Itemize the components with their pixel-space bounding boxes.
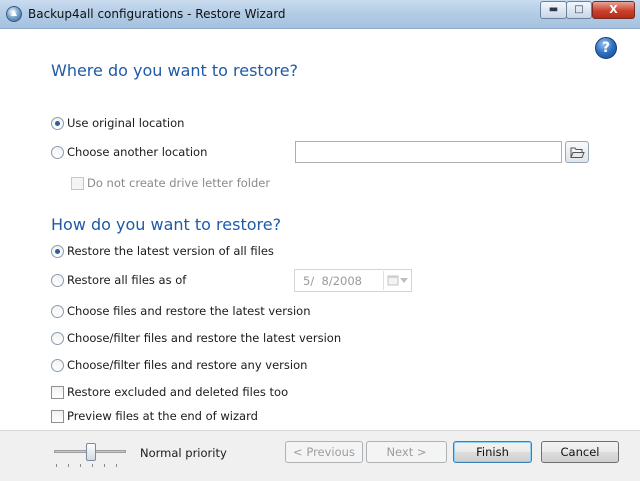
choose-another-location-label[interactable]: Choose another location (67, 145, 207, 159)
cancel-button[interactable]: Cancel (541, 441, 619, 463)
no-drive-letter-label[interactable]: Do not create drive letter folder (87, 176, 270, 190)
restore-latest-all-label[interactable]: Restore the latest version of all files (67, 244, 274, 258)
restore-excluded-checkbox[interactable] (51, 386, 64, 399)
maximize-button[interactable]: □ (566, 1, 592, 19)
browse-folder-button[interactable] (565, 141, 589, 163)
slider-tick (104, 464, 105, 467)
calendar-icon (387, 275, 399, 286)
restore-date-picker[interactable]: 5/ 8/2008 (294, 269, 412, 292)
minimize-button[interactable]: ▬ (540, 1, 567, 19)
window-title: Backup4all configurations - Restore Wiza… (28, 7, 286, 21)
filter-files-any-label[interactable]: Choose/filter files and restore any vers… (67, 358, 307, 372)
filter-files-any-radio[interactable] (51, 359, 64, 372)
slider-tick (92, 464, 93, 467)
slider-tick (80, 464, 81, 467)
slider-tick (56, 464, 57, 467)
priority-slider[interactable] (52, 443, 128, 467)
slider-tick (116, 464, 117, 467)
restore-as-of-label[interactable]: Restore all files as of (67, 273, 186, 287)
previous-button[interactable]: < Previous (285, 441, 363, 463)
restore-as-of-radio[interactable] (51, 274, 64, 287)
choose-files-latest-label[interactable]: Choose files and restore the latest vers… (67, 304, 311, 318)
choose-another-location-radio[interactable] (51, 146, 64, 159)
wizard-footer: Normal priority < Previous Next > Finish… (0, 430, 640, 481)
title-bar[interactable]: Backup4all configurations - Restore Wiza… (0, 0, 640, 29)
restore-date-value: 5/ 8/2008 (303, 274, 362, 288)
restore-excluded-label[interactable]: Restore excluded and deleted files too (67, 385, 288, 399)
folder-icon (570, 147, 585, 158)
filter-files-latest-radio[interactable] (51, 332, 64, 345)
finish-button[interactable]: Finish (453, 441, 532, 463)
priority-label: Normal priority (140, 446, 227, 460)
slider-tick (68, 464, 69, 467)
method-heading: How do you want to restore? (51, 215, 282, 234)
filter-files-latest-label[interactable]: Choose/filter files and restore the late… (67, 331, 341, 345)
location-path-input[interactable] (295, 141, 562, 163)
location-heading: Where do you want to restore? (51, 61, 299, 80)
choose-files-latest-radio[interactable] (51, 305, 64, 318)
help-icon[interactable]: ? (595, 37, 617, 59)
no-drive-letter-checkbox[interactable] (71, 177, 84, 190)
preview-files-checkbox[interactable] (51, 410, 64, 423)
restore-latest-all-radio[interactable] (51, 245, 64, 258)
preview-files-label[interactable]: Preview files at the end of wizard (67, 409, 258, 423)
next-button[interactable]: Next > (366, 441, 447, 463)
close-button[interactable]: X (592, 1, 635, 19)
date-dropdown-button[interactable] (383, 271, 411, 290)
slider-thumb[interactable] (86, 443, 96, 461)
use-original-location-label[interactable]: Use original location (67, 116, 184, 130)
chevron-down-icon (400, 278, 408, 283)
app-icon (6, 6, 22, 22)
use-original-location-radio[interactable] (51, 117, 64, 130)
